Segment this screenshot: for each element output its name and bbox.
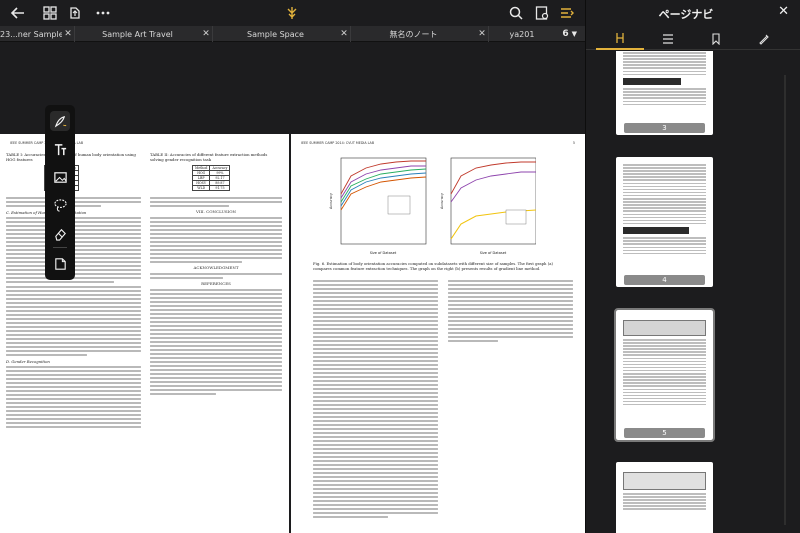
table-caption: TABLE II: Accuracies of different featur…: [150, 152, 268, 162]
chevron-down-icon: ▼: [571, 30, 577, 38]
tab-5[interactable]: ya201: [489, 26, 555, 42]
tab-2[interactable]: Sample Art Travel ✕: [75, 26, 213, 42]
figure-caption: Fig. 6. Estimation of body orientation a…: [313, 261, 553, 271]
page-settings-icon[interactable]: [533, 4, 551, 22]
references-column-1: [313, 280, 438, 520]
tab-label: Sample Space: [247, 29, 304, 39]
x-axis-label: Size of Dataset: [480, 251, 507, 255]
page-number: 5: [572, 141, 575, 145]
tab-label: 無名のノート: [389, 29, 438, 39]
section-heading: ACKNOWLEDGMENT: [193, 265, 239, 270]
list-icon[interactable]: [644, 28, 692, 50]
close-icon[interactable]: ✕: [778, 4, 789, 19]
page-navigator-panel: ページナビ ✕ 3 4 5: [585, 0, 800, 533]
text-column-2: TABLE II: Accuracies of different featur…: [150, 152, 282, 397]
close-icon[interactable]: ✕: [476, 29, 488, 39]
tab-label: ya201: [509, 29, 535, 39]
divider: [53, 247, 67, 248]
page-thumbnail-5[interactable]: 5: [614, 308, 715, 442]
page-header: IEEE SUMMER CAMP 2014: CVUT MEDIA LAB 5: [301, 141, 575, 145]
page-thumbnail-3[interactable]: 3: [616, 51, 713, 135]
tab-label: Sample Art Travel: [102, 29, 173, 39]
eraser-icon[interactable]: [50, 223, 70, 243]
search-icon[interactable]: [507, 4, 525, 22]
graph-b: Size of Dataset Accuracy: [440, 157, 536, 255]
table-row: Method Accuracy: [191, 165, 231, 171]
tab-count[interactable]: 6 ▼: [562, 26, 577, 42]
page-left[interactable]: IEEE SUMMER CAMP 2014: CVUT MEDIA LAB TA…: [0, 134, 289, 533]
section-heading: D. Gender Recognition: [6, 359, 50, 364]
image-icon[interactable]: [50, 167, 70, 187]
bookmark-h-icon[interactable]: [596, 28, 644, 50]
close-icon[interactable]: ✕: [62, 29, 74, 39]
thumbnail-page-number: 3: [624, 123, 705, 133]
arrow-left-icon[interactable]: [9, 4, 27, 22]
tool-palette: [45, 105, 75, 280]
y-axis-label: Accuracy: [440, 193, 444, 209]
references-column-2: [448, 280, 573, 344]
share-icon[interactable]: [66, 4, 84, 22]
thumbnail-list[interactable]: 3 4 5: [586, 51, 800, 533]
tab-1[interactable]: 23...ner Sample ✕: [0, 26, 75, 42]
grid-icon[interactable]: [41, 4, 59, 22]
document-area[interactable]: IEEE SUMMER CAMP 2014: CVUT MEDIA LAB TA…: [0, 42, 585, 533]
page-header-text: IEEE SUMMER CAMP 2014: CVUT MEDIA LAB: [301, 141, 375, 145]
page-thumbnail-4[interactable]: 4: [616, 157, 713, 287]
lasso-icon[interactable]: [50, 195, 70, 215]
x-axis-label: Size of Dataset: [370, 251, 397, 255]
bookmark-icon[interactable]: [692, 28, 740, 50]
table-2: Method Accuracy HOG 99% LBP 92.17 HOSV 89.87…: [191, 165, 231, 191]
thumbnail-page-number: 4: [624, 275, 705, 285]
pen-icon[interactable]: [50, 111, 70, 131]
panel-tabs: [586, 28, 800, 50]
pen-tool-icon[interactable]: [740, 28, 788, 50]
tab-bar: 23...ner Sample ✕ Sample Art Travel ✕ Sa…: [0, 26, 585, 42]
app-window: 23...ner Sample ✕ Sample Art Travel ✕ Sa…: [0, 0, 800, 533]
app-logo-icon: [283, 4, 301, 22]
graph-a: Size of Dataset Accuracy: [329, 157, 427, 255]
section-heading: REFERENCES: [201, 281, 231, 286]
table-row: WLD 91.75: [191, 185, 231, 191]
outline-icon[interactable]: [558, 4, 576, 22]
page-right[interactable]: IEEE SUMMER CAMP 2014: CVUT MEDIA LAB 5 …: [291, 134, 585, 533]
section-heading: VIII. CONCLUSION: [196, 209, 236, 214]
close-icon[interactable]: ✕: [200, 29, 212, 39]
text-icon[interactable]: [50, 139, 70, 159]
thumbnail-scrollbar[interactable]: [784, 75, 786, 525]
close-icon[interactable]: ✕: [338, 29, 350, 39]
figure-6: Size of Dataset Accuracy Size of Dataset…: [329, 157, 536, 255]
tab-4[interactable]: 無名のノート ✕: [351, 26, 489, 42]
tab-count-value: 6: [562, 29, 569, 39]
y-axis-label: Accuracy: [329, 193, 333, 209]
ellipsis-icon[interactable]: [94, 4, 112, 22]
thumbnail-page-number: 5: [624, 428, 705, 438]
page-thumbnail-6[interactable]: [616, 462, 713, 533]
panel-title: ページナビ: [658, 8, 714, 21]
shape-icon[interactable]: [50, 253, 70, 273]
tab-label: 23...ner Sample: [0, 29, 62, 39]
tab-3[interactable]: Sample Space ✕: [213, 26, 351, 42]
top-toolbar: [0, 0, 585, 26]
